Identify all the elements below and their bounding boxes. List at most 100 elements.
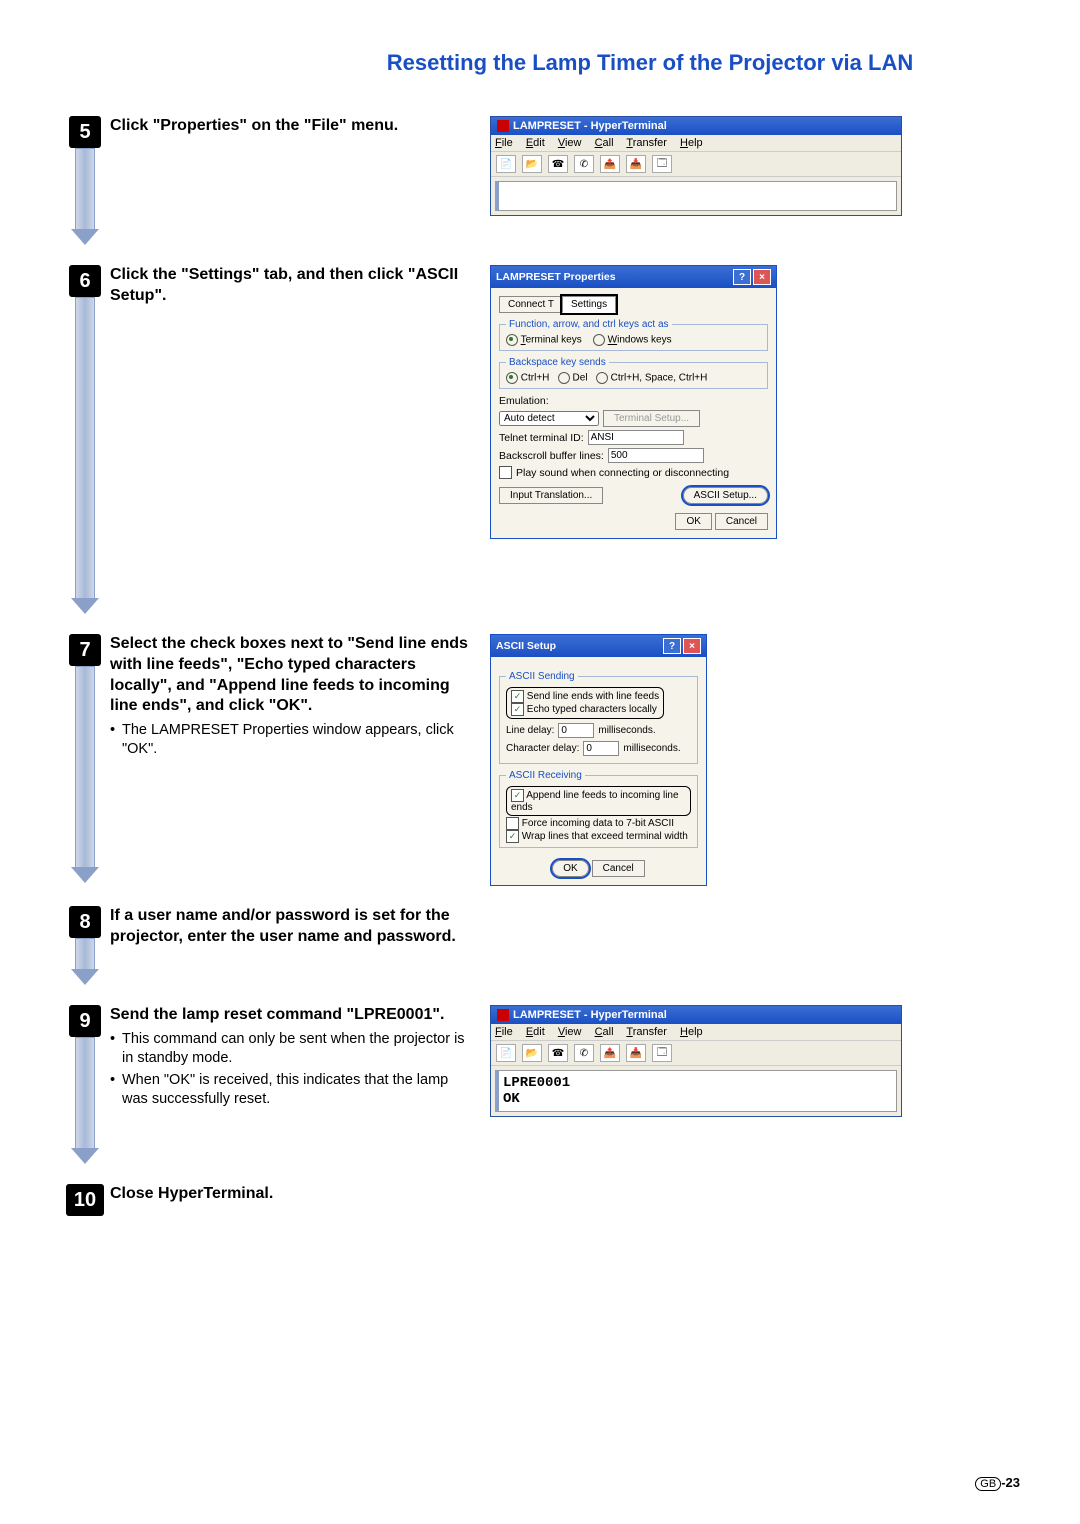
menu-call: Call: [595, 137, 614, 149]
close-icon[interactable]: ×: [683, 638, 701, 654]
window-titlebar: LAMPRESET - HyperTerminal: [491, 117, 901, 135]
help-icon[interactable]: ?: [663, 638, 681, 654]
menu-bar[interactable]: File Edit View Call Transfer Help: [491, 1024, 901, 1041]
cancel-button[interactable]: Cancel: [592, 860, 645, 877]
step7-note: The LAMPRESET Properties window appears,…: [110, 721, 470, 759]
step-number-6: 6: [69, 265, 101, 297]
chk-force-7bit[interactable]: [506, 817, 519, 830]
properties-dialog: LAMPRESET Properties ? × Connect T Setti…: [490, 265, 777, 539]
connect-icon[interactable]: ☎: [548, 155, 568, 173]
step9-b1: This command can only be sent when the p…: [110, 1030, 470, 1068]
telnet-id-input[interactable]: [588, 430, 684, 445]
hyperterminal-window: LAMPRESET - HyperTerminal File Edit View…: [490, 1005, 902, 1117]
menu-help: Help: [680, 137, 703, 149]
input-translation-button[interactable]: Input Translation...: [499, 487, 603, 504]
receive-icon[interactable]: 📥: [626, 1044, 646, 1062]
app-icon: [497, 120, 509, 132]
new-icon[interactable]: 📄: [496, 1044, 516, 1062]
open-icon[interactable]: 📂: [522, 1044, 542, 1062]
radio-ctrlh[interactable]: [506, 372, 518, 384]
step-5: 5 Click "Properties" on the "File" menu.…: [60, 116, 1020, 245]
menu-view: View: [558, 137, 582, 149]
help-icon[interactable]: ?: [733, 269, 751, 285]
menu-call: Call: [595, 1026, 614, 1038]
step7-text: Select the check boxes next to "Send lin…: [110, 635, 468, 714]
open-icon[interactable]: 📂: [522, 155, 542, 173]
tab-connect[interactable]: Connect T: [499, 296, 563, 313]
ascii-setup-button[interactable]: ASCII Setup...: [683, 487, 768, 504]
step9-b2: When "OK" is received, this indicates th…: [110, 1071, 470, 1109]
step-6: 6 Click the "Settings" tab, and then cli…: [60, 265, 1020, 614]
chk-send-line-ends[interactable]: ✓: [511, 690, 524, 703]
radio-windows-keys[interactable]: [593, 334, 605, 346]
radio-del[interactable]: [558, 372, 570, 384]
page-footer: GB-23: [975, 1475, 1020, 1490]
toolbar[interactable]: 📄 📂 ☎ ✆ 📤 📥 🗔: [491, 1041, 901, 1066]
app-icon: [497, 1009, 509, 1021]
close-icon[interactable]: ×: [753, 269, 771, 285]
ok-button[interactable]: OK: [552, 860, 588, 877]
dialog-title-text: ASCII Setup: [496, 640, 556, 652]
hyperterminal-window: LAMPRESET - HyperTerminal File Edit View…: [490, 116, 902, 216]
chk-append-line-feeds[interactable]: ✓: [511, 789, 524, 802]
step5-text: Click "Properties" on the "File" menu.: [110, 117, 398, 134]
char-delay-input[interactable]: [583, 741, 619, 756]
send-icon[interactable]: 📤: [600, 155, 620, 173]
window-titlebar: LAMPRESET - HyperTerminal: [491, 1006, 901, 1024]
arrow-down-icon: [71, 1148, 99, 1164]
step-7: 7 Select the check boxes next to "Send l…: [60, 634, 1020, 886]
disconnect-icon[interactable]: ✆: [574, 155, 594, 173]
backscroll-input[interactable]: [608, 448, 704, 463]
chk-wrap-lines[interactable]: ✓: [506, 830, 519, 843]
radio-terminal-keys[interactable]: [506, 334, 518, 346]
menu-view: View: [558, 1026, 582, 1038]
menu-transfer: Transfer: [626, 137, 667, 149]
step-number-8: 8: [69, 906, 101, 938]
chk-echo-typed[interactable]: ✓: [511, 703, 524, 716]
menu-file: File: [495, 137, 513, 149]
toolbar[interactable]: 📄 📂 ☎ ✆ 📤 📥 🗔: [491, 152, 901, 177]
step-number-7: 7: [69, 634, 101, 666]
arrow-down-icon: [71, 969, 99, 985]
step-number-5: 5: [69, 116, 101, 148]
step-10: 10 Close HyperTerminal.: [60, 1184, 1020, 1216]
arrow-down-icon: [71, 229, 99, 245]
receive-icon[interactable]: 📥: [626, 155, 646, 173]
step-8: 8 If a user name and/or password is set …: [60, 906, 1020, 985]
tab-settings[interactable]: Settings: [562, 296, 616, 313]
terminal-line-1: LPRE0001: [503, 1075, 892, 1091]
ok-button[interactable]: OK: [675, 513, 711, 530]
cancel-button[interactable]: Cancel: [715, 513, 768, 530]
menu-file: File: [495, 1026, 513, 1038]
page-title: Resetting the Lamp Timer of the Projecto…: [280, 50, 1020, 76]
menu-transfer: Transfer: [626, 1026, 667, 1038]
step-number-9: 9: [69, 1005, 101, 1037]
step10-text: Close HyperTerminal.: [110, 1185, 273, 1202]
menu-bar[interactable]: File Edit View Call Transfer Help: [491, 135, 901, 152]
properties-icon[interactable]: 🗔: [652, 155, 672, 173]
ascii-setup-dialog: ASCII Setup ? × ASCII Sending ✓ Send lin…: [490, 634, 707, 886]
line-delay-input[interactable]: [558, 723, 594, 738]
terminal-line-2: OK: [503, 1091, 892, 1107]
playsound-checkbox[interactable]: [499, 466, 512, 479]
properties-icon[interactable]: 🗔: [652, 1044, 672, 1062]
step9-text: Send the lamp reset command "LPRE0001".: [110, 1006, 444, 1023]
arrow-down-icon: [71, 598, 99, 614]
emulation-select[interactable]: Auto detect: [499, 411, 599, 426]
menu-edit: Edit: [526, 137, 545, 149]
terminal-area[interactable]: LPRE0001 OK: [495, 1070, 897, 1112]
step-9: 9 Send the lamp reset command "LPRE0001"…: [60, 1005, 1020, 1164]
connect-icon[interactable]: ☎: [548, 1044, 568, 1062]
new-icon[interactable]: 📄: [496, 155, 516, 173]
disconnect-icon[interactable]: ✆: [574, 1044, 594, 1062]
arrow-down-icon: [71, 867, 99, 883]
send-icon[interactable]: 📤: [600, 1044, 620, 1062]
terminal-setup-button: Terminal Setup...: [603, 410, 700, 427]
menu-help: Help: [680, 1026, 703, 1038]
dialog-title-text: LAMPRESET Properties: [496, 271, 616, 283]
step-number-10: 10: [66, 1184, 104, 1216]
terminal-area[interactable]: [495, 181, 897, 211]
radio-ctrlh-space[interactable]: [596, 372, 608, 384]
menu-edit: Edit: [526, 1026, 545, 1038]
step8-text: If a user name and/or password is set fo…: [110, 907, 456, 945]
